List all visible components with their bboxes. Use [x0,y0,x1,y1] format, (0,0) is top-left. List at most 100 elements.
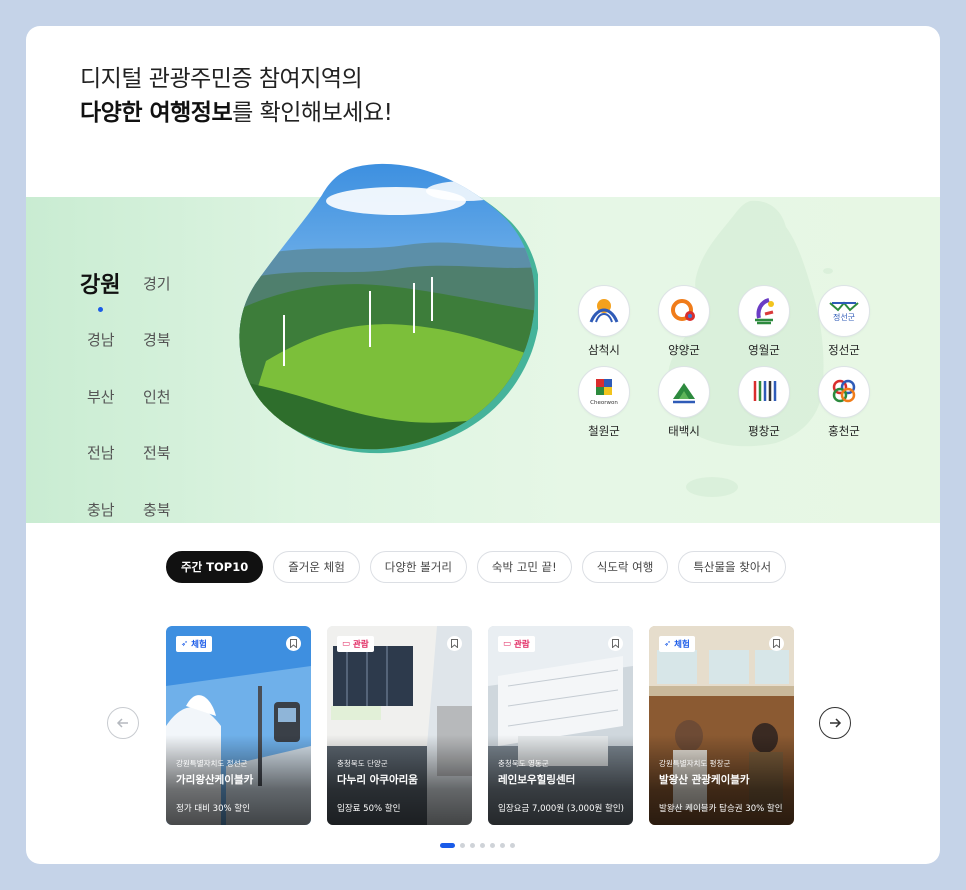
headline-line1: 디지털 관광주민증 참여지역의 [80,66,363,92]
hongcheon-emblem-icon [818,366,870,418]
category-badge: ▭ 관람 [337,636,374,652]
region-gyeongbuk[interactable]: 경북 [143,329,171,350]
badge-label: 관람 [514,640,530,650]
area-name: 삼척시 [588,343,620,357]
card-title: 발왕산 관광케이블카 [659,774,750,786]
arrow-left-icon [116,718,128,728]
arrow-right-icon [830,718,842,728]
card-location: 충청북도 영동군 [498,759,549,768]
area-name: 정선군 [828,343,860,357]
tab-weekly-top10[interactable]: 주간 TOP10 [166,551,264,583]
card-location: 강원특별자치도 평창군 [659,759,731,768]
active-indicator-dot [98,307,103,312]
card-title: 다누리 아쿠아리움 [337,774,418,786]
area-taebaek[interactable]: 태백시 [654,366,714,439]
ticket-icon: ▭ [342,639,351,649]
region-incheon[interactable]: 인천 [143,386,171,407]
tab-local-products[interactable]: 특산물을 찾아서 [678,551,787,583]
korea-map-image [667,200,833,497]
category-badge: ▭ 관람 [498,636,535,652]
region-chungnam[interactable]: 충남 [87,499,115,520]
headline-bold: 다양한 여행정보 [80,100,233,126]
rocket-icon: ➶ [664,639,672,649]
area-yeongwol[interactable]: 영월군 [734,285,794,358]
tab-experience[interactable]: 즐거운 체험 [273,551,360,583]
bookmark-icon [612,639,619,648]
badge-label: 체험 [674,640,690,650]
headline-rest: 를 확인해보세요! [232,100,393,126]
category-tabs: 주간 TOP10 즐거운 체험 다양한 볼거리 숙박 고민 끝! 식도락 여행 … [166,551,787,583]
card-text: 충청북도 단양군 다누리 아쿠아리움 입장료 50% 할인 [337,758,466,814]
page-headline: 디지털 관광주민증 참여지역의 다양한 여행정보를 확인해보세요! [80,62,393,130]
region-busan[interactable]: 부산 [87,386,115,407]
region-photo-blob [239,163,538,454]
area-yangyang[interactable]: 양양군 [654,285,714,358]
card-text: 강원특별자치도 정선군 가리왕산케이블카 정가 대비 30% 할인 [176,758,305,814]
card-location: 강원특별자치도 정선군 [176,759,248,768]
headline-line2: 다양한 여행정보를 확인해보세요! [80,100,393,126]
bookmark-icon [451,639,458,648]
carousel-pagination [440,843,515,848]
card-title: 가리왕산케이블카 [176,774,254,786]
pyeongchang-emblem-icon [738,366,790,418]
tab-food[interactable]: 식도락 여행 [581,551,669,583]
card-discount: 발왕산 케이블카 탑승권 30% 할인 [659,804,783,814]
bookmark-button[interactable] [447,636,462,651]
bookmark-icon [773,639,780,648]
area-name: 태백시 [668,424,700,438]
jeongseon-logo-text: 정선군 [833,312,855,322]
tab-sightseeing[interactable]: 다양한 볼거리 [369,551,467,583]
page-dot[interactable] [460,843,465,848]
yangyang-emblem-icon [658,285,710,337]
region-jeonbuk[interactable]: 전북 [143,442,171,463]
area-name: 철원군 [588,424,620,438]
bookmark-button[interactable] [608,636,623,651]
area-pyeongchang[interactable]: 평창군 [734,366,794,439]
page-dot[interactable] [500,843,505,848]
page-dot[interactable] [510,843,515,848]
carousel-prev-button[interactable] [107,707,139,739]
area-cheorwon[interactable]: Cheorwon 철원군 [574,366,634,439]
page-dot[interactable] [440,843,455,848]
area-name: 평창군 [748,424,780,438]
card-discount: 정가 대비 30% 할인 [176,804,250,814]
area-hongcheon[interactable]: 홍천군 [814,366,874,439]
area-name: 양양군 [668,343,700,357]
area-name: 홍천군 [828,424,860,438]
card-discount: 입장료 50% 할인 [337,804,401,814]
page-dot[interactable] [470,843,475,848]
page-dot[interactable] [490,843,495,848]
card-text: 강원특별자치도 평창군 발왕산 관광케이블카 발왕산 케이블카 탑승권 30% … [659,758,788,814]
jeongseon-emblem-icon: 정선군 [818,285,870,337]
ticket-icon: ▭ [503,639,512,649]
product-card[interactable]: ▭ 관람 충청북도 영동군 레인보우힐링센터 입장요금 7,000원 (3,000… [488,626,633,825]
region-jeonnam[interactable]: 전남 [87,442,115,463]
region-gyeonggi[interactable]: 경기 [143,273,171,294]
taebaek-emblem-icon [658,366,710,418]
samcheok-emblem-icon [578,285,630,337]
product-card[interactable]: ➶ 체험 강원특별자치도 평창군 발왕산 관광케이블카 발왕산 케이블카 탑승권 … [649,626,794,825]
bookmark-button[interactable] [769,636,784,651]
card-discount: 입장요금 7,000원 (3,000원 할인) [498,804,624,814]
card-location: 충청북도 단양군 [337,759,388,768]
rocket-icon: ➶ [181,639,189,649]
page-dot[interactable] [480,843,485,848]
region-gyeongnam[interactable]: 경남 [87,329,115,350]
carousel-next-button[interactable] [819,707,851,739]
region-chungbuk[interactable]: 충북 [143,499,171,520]
bookmark-button[interactable] [286,636,301,651]
region-band: 강원 경기 경남 경북 부산 인천 전남 전북 충남 충북 삼척시 양양군 영월… [26,163,940,523]
area-samcheok[interactable]: 삼척시 [574,285,634,358]
product-card[interactable]: ➶ 체험 강원특별자치도 정선군 가리왕산케이블카 정가 대비 30% 할인 [166,626,311,825]
region-gangwon[interactable]: 강원 [80,267,120,299]
area-jeongseon[interactable]: 정선군 정선군 [814,285,874,358]
badge-label: 체험 [191,640,207,650]
card-text: 충청북도 영동군 레인보우힐링센터 입장요금 7,000원 (3,000원 할인… [498,758,627,814]
area-name: 영월군 [748,343,780,357]
cheorwon-logo-text: Cheorwon [590,400,618,406]
yeongwol-emblem-icon [738,285,790,337]
cheorwon-emblem-icon: Cheorwon [578,366,630,418]
tab-accommodation[interactable]: 숙박 고민 끝! [476,551,572,583]
card-title: 레인보우힐링센터 [498,774,576,786]
product-card[interactable]: ▭ 관람 충청북도 단양군 다누리 아쿠아리움 입장료 50% 할인 [327,626,472,825]
